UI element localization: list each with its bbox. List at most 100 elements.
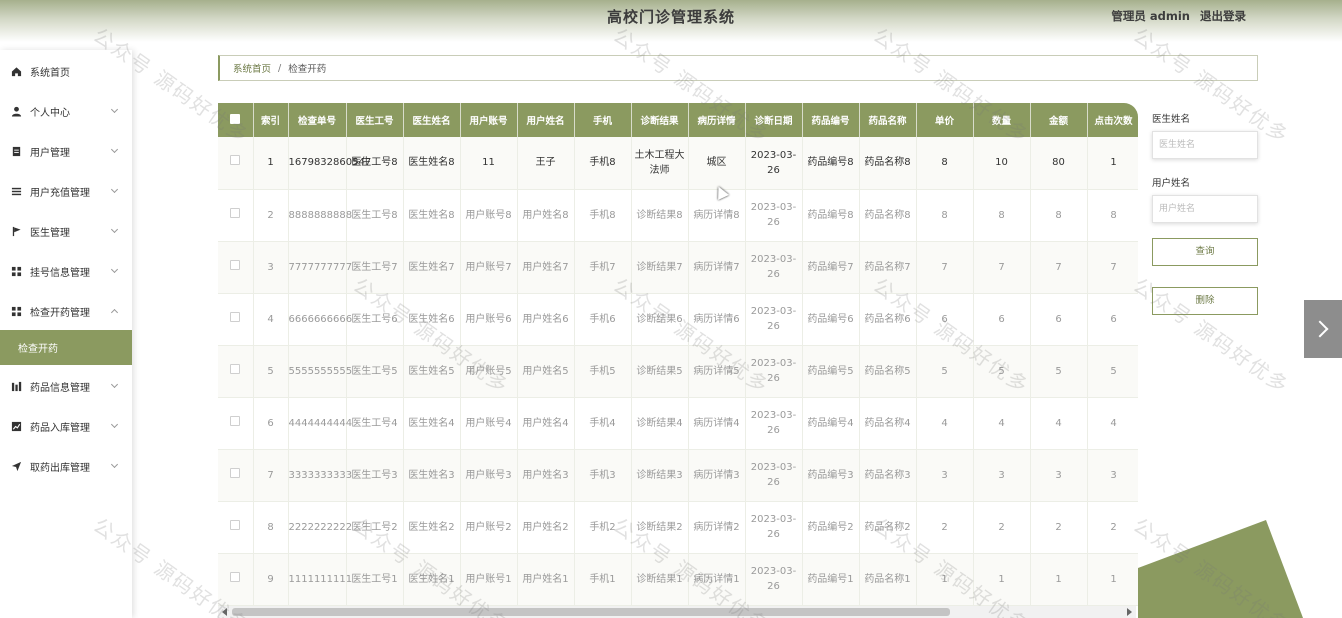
row-checkbox[interactable]: [230, 467, 241, 478]
table-row[interactable]: 5 5555555555 医生工号5 医生姓名5 用户账号5 用户姓名5 手机5 诊断结果5 病…: [218, 345, 1138, 398]
select-all-checkbox[interactable]: [230, 113, 241, 124]
row-select-cell[interactable]: [218, 345, 254, 398]
table-row[interactable]: 8 2222222222 医生工号2 医生姓名2 用户账号2 用户姓名2 手机2 诊断结果2 病…: [218, 501, 1138, 554]
breadcrumb: 系统首页 / 检查开药: [218, 55, 1258, 81]
doctor-name-input[interactable]: [1152, 131, 1258, 159]
sidebar-item-recharge[interactable]: 用户充值管理: [0, 173, 132, 209]
row-select-cell[interactable]: [218, 241, 254, 294]
table-cell: 药品名称5: [859, 345, 917, 398]
delete-button[interactable]: 删除: [1152, 287, 1258, 315]
sidebar-item-medicine[interactable]: 药品信息管理: [0, 368, 132, 404]
table-cell: 医生工号1: [346, 553, 404, 606]
row-checkbox[interactable]: [230, 155, 241, 166]
horizontal-scrollbar[interactable]: [218, 606, 1136, 618]
chart-icon: [11, 421, 22, 431]
column-header: 手机: [574, 103, 632, 137]
row-checkbox[interactable]: [230, 363, 241, 374]
row-select-cell[interactable]: [218, 553, 254, 606]
sidebar-item-users[interactable]: 用户管理: [0, 133, 132, 169]
row-select-cell[interactable]: [218, 397, 254, 450]
table-cell: 手机1: [574, 553, 632, 606]
table-cell: 药品名称4: [859, 397, 917, 450]
table-cell: 用户姓名5: [517, 345, 575, 398]
table-cell: 4444444444: [288, 397, 352, 450]
sidebar-subitem-checkup[interactable]: 检查开药: [0, 330, 132, 365]
breadcrumb-home[interactable]: 系统首页: [233, 61, 271, 75]
table-cell: 药品名称8: [859, 189, 917, 242]
sidebar-item-stock-in[interactable]: 药品入库管理: [0, 408, 132, 444]
table-cell: 4: [1030, 397, 1088, 450]
column-header: 金额: [1030, 103, 1088, 137]
table-row[interactable]: 2 8888888888 医生工号8 医生姓名8 用户账号8 用户姓名8 手机8 诊断结果8 病…: [218, 189, 1138, 242]
table-cell: 诊断结果6: [631, 293, 689, 346]
table-cell: 5: [1030, 345, 1088, 398]
table-cell: 药品编号3: [802, 449, 860, 502]
row-checkbox[interactable]: [230, 311, 241, 322]
table-cell: 手机4: [574, 397, 632, 450]
scrollbar-thumb[interactable]: [232, 608, 950, 616]
user-name-input[interactable]: [1152, 195, 1258, 223]
select-all-cell[interactable]: [218, 103, 254, 137]
table-cell: 2023-03-26: [745, 241, 803, 294]
chevron-down-icon: [110, 225, 119, 234]
table-cell: 2222222222: [288, 501, 352, 554]
send-icon: [11, 461, 22, 471]
sidebar-item-profile[interactable]: 个人中心: [0, 93, 132, 129]
table-cell: 3: [916, 449, 974, 502]
row-checkbox[interactable]: [230, 571, 241, 582]
table-row[interactable]: 9 1111111111 医生工号1 医生姓名1 用户账号1 用户姓名1 手机1 诊断结果1 病…: [218, 553, 1138, 606]
row-select-cell[interactable]: [218, 137, 254, 190]
scroll-left-icon[interactable]: [222, 608, 227, 616]
row-select-cell[interactable]: [218, 189, 254, 242]
sidebar-item-label: 检查开药管理: [30, 307, 90, 319]
table-cell: 8: [1087, 189, 1138, 242]
table-cell: 7777777777: [288, 241, 352, 294]
table-row[interactable]: 7 3333333333 医生工号3 医生姓名3 用户账号3 用户姓名3 手机3 诊断结果3 病…: [218, 449, 1138, 502]
row-checkbox[interactable]: [230, 519, 241, 530]
table-cell: 用户账号8: [460, 189, 518, 242]
row-select-cell[interactable]: [218, 449, 254, 502]
table-cell: 药品名称8: [859, 137, 917, 190]
table-row[interactable]: 6 4444444444 医生工号4 医生姓名4 用户账号4 用户姓名4 手机4 诊断结果4 病…: [218, 397, 1138, 450]
row-checkbox[interactable]: [230, 415, 241, 426]
query-button[interactable]: 查询: [1152, 238, 1258, 266]
column-header: 数量: [973, 103, 1031, 137]
table-row[interactable]: 1 1679832860547 医生工号8 医生姓名8 11 王子 手机8 土木工程大法师 城区…: [218, 137, 1138, 190]
row-select-cell[interactable]: [218, 501, 254, 554]
sidebar-item-doctors[interactable]: 医生管理: [0, 213, 132, 249]
list-icon: [11, 187, 22, 195]
table-cell: 2: [916, 501, 974, 554]
sidebar-item-registration[interactable]: 挂号信息管理: [0, 253, 132, 289]
sidebar-item-stock-out[interactable]: 取药出库管理: [0, 448, 132, 484]
table-cell: 药品编号6: [802, 293, 860, 346]
column-header: 医生姓名: [403, 103, 461, 137]
logout-link[interactable]: 退出登录: [1200, 9, 1246, 23]
column-header: 药品编号: [802, 103, 860, 137]
scroll-right-icon[interactable]: [1127, 608, 1132, 616]
sidebar-item-home[interactable]: 系统首页: [0, 53, 132, 89]
sidebar-item-label: 药品信息管理: [30, 382, 90, 394]
next-page-arrow[interactable]: [1304, 300, 1342, 358]
table-body: 1 1679832860547 医生工号8 医生姓名8 11 王子 手机8 土木工程大法师 城区…: [218, 137, 1138, 606]
table-cell: 医生工号6: [346, 293, 404, 346]
table-cell: 3: [973, 449, 1031, 502]
row-checkbox[interactable]: [230, 259, 241, 270]
table-row[interactable]: 3 7777777777 医生工号7 医生姓名7 用户账号7 用户姓名7 手机7 诊断结果7 病…: [218, 241, 1138, 294]
column-header: 病历详情: [688, 103, 746, 137]
table-row[interactable]: 4 6666666666 医生工号6 医生姓名6 用户账号6 用户姓名6 手机6 诊断结果6 病…: [218, 293, 1138, 346]
column-header: 点击次数: [1087, 103, 1138, 137]
table-cell: 医生工号4: [346, 397, 404, 450]
sidebar-item-label: 药品入库管理: [30, 422, 90, 434]
data-table-container: 索引 检查单号 医生工号 医生姓名 用户账号 用户姓名 手机 诊断结果 病历详情 诊断日期 药品编号…: [218, 103, 1138, 618]
table-cell: 土木工程大法师: [631, 137, 689, 190]
table-cell: 8: [1030, 189, 1088, 242]
row-select-cell[interactable]: [218, 293, 254, 346]
sidebar-item-checkup[interactable]: 检查开药管理: [0, 293, 132, 329]
table-cell: 医生工号7: [346, 241, 404, 294]
table-cell: 9: [253, 553, 289, 606]
sidebar: 系统首页 个人中心 用户管理 用户充值管理 医生管理 挂号信息管理 检查开药管理…: [0, 50, 132, 618]
column-header: 诊断结果: [631, 103, 689, 137]
table-cell: 用户姓名1: [517, 553, 575, 606]
table-cell: 8: [973, 189, 1031, 242]
row-checkbox[interactable]: [230, 207, 241, 218]
